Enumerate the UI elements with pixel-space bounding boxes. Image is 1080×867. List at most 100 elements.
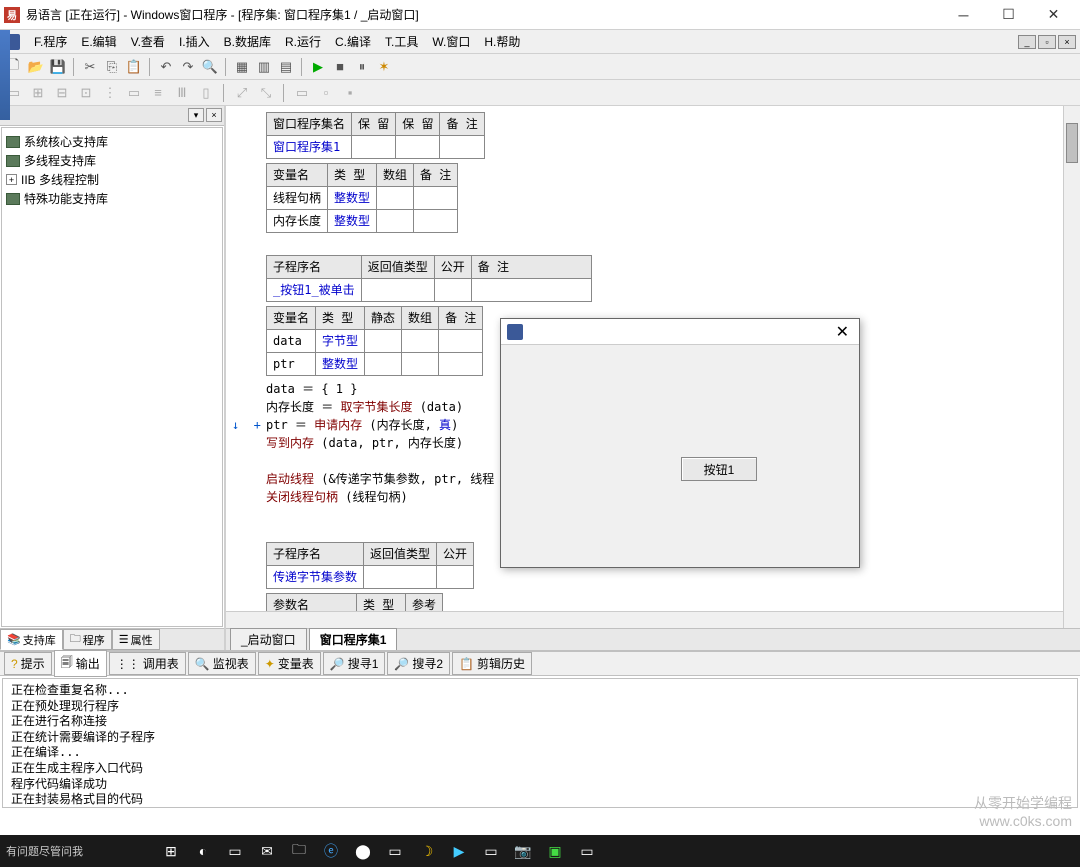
- menu-compile[interactable]: C.编译: [329, 31, 377, 52]
- btab-clip[interactable]: 📋剪辑历史: [452, 652, 532, 675]
- sidetab-library[interactable]: 📚 支持库: [0, 629, 63, 650]
- output-line: 正在统计需要编译的子程序: [11, 730, 1069, 746]
- tool-b-icon[interactable]: ⊞: [28, 83, 48, 103]
- side-btn2[interactable]: ×: [206, 108, 222, 122]
- tool-j-icon[interactable]: ⤢: [232, 83, 252, 103]
- pause-icon[interactable]: ⏸: [352, 57, 372, 77]
- watermark: 从零开始学编程 www.c0ks.com: [974, 793, 1072, 829]
- menu-insert[interactable]: I.插入: [173, 31, 216, 52]
- run-icon[interactable]: ▶: [308, 57, 328, 77]
- popup-close-button[interactable]: ✕: [832, 322, 853, 342]
- menu-view[interactable]: V.查看: [125, 31, 171, 52]
- task-icon[interactable]: 📷: [511, 839, 535, 863]
- btab-search1[interactable]: 🔎搜寻1: [323, 652, 386, 675]
- menu-bar: F.程序 E.编辑 V.查看 I.插入 B.数据库 R.运行 C.编译 T.工具…: [0, 30, 1080, 54]
- tool-l-icon[interactable]: ▭: [292, 83, 312, 103]
- tool-e-icon[interactable]: ⋮: [100, 83, 120, 103]
- lib-icon: [6, 155, 20, 167]
- task-icon[interactable]: ▭: [383, 839, 407, 863]
- menu-edit[interactable]: E.编辑: [75, 31, 122, 52]
- tab-startup-window[interactable]: _启动窗口: [230, 628, 307, 650]
- btab-hint[interactable]: ?提示: [4, 652, 52, 675]
- task-icon[interactable]: ⬤: [351, 839, 375, 863]
- output-line: 正在预处理现行程序: [11, 699, 1069, 715]
- menu-run[interactable]: R.运行: [279, 31, 327, 52]
- tool-g-icon[interactable]: ≡: [148, 83, 168, 103]
- task-icon[interactable]: ▶: [447, 839, 471, 863]
- popup-icon: [507, 324, 523, 340]
- debug-icon[interactable]: ✶: [374, 57, 394, 77]
- title-bar: 易 易语言 [正在运行] - Windows窗口程序 - [程序集: 窗口程序集…: [0, 0, 1080, 30]
- tool-i-icon[interactable]: ▯: [196, 83, 216, 103]
- library-tree[interactable]: 系统核心支持库 多线程支持库 +IIB 多线程控制 特殊功能支持库: [1, 127, 223, 627]
- tool-h-icon[interactable]: Ⅲ: [172, 83, 192, 103]
- task-icon[interactable]: ◐: [191, 839, 215, 863]
- undo-icon[interactable]: ↶: [156, 57, 176, 77]
- minimize-button[interactable]: ─: [941, 1, 986, 29]
- btab-watch[interactable]: 🔍监视表: [188, 652, 256, 675]
- vertical-scrollbar[interactable]: [1063, 106, 1080, 628]
- menu-file[interactable]: F.程序: [28, 31, 73, 52]
- bottom-tabs: ?提示 🗐输出 ⋮⋮调用表 🔍监视表 ✦变量表 🔎搜寻1 🔎搜寻2 📋剪辑历史: [0, 652, 1080, 676]
- stop-icon[interactable]: ■: [330, 57, 350, 77]
- cut-icon[interactable]: ✂: [80, 57, 100, 77]
- task-icon[interactable]: ⊞: [159, 839, 183, 863]
- task-icon[interactable]: ☽: [415, 839, 439, 863]
- maximize-button[interactable]: ☐: [986, 1, 1031, 29]
- output-line: 程序代码编译成功: [11, 777, 1069, 793]
- mdi-minimize[interactable]: _: [1018, 35, 1036, 49]
- paste-icon[interactable]: 📋: [124, 57, 144, 77]
- tree-item[interactable]: 系统核心支持库: [6, 132, 218, 151]
- sidebar: ▾ × 系统核心支持库 多线程支持库 +IIB 多线程控制 特殊功能支持库 📚 …: [0, 106, 226, 650]
- toolbar-secondary: ▭ ⊞ ⊟ ⊡ ⋮ ▭ ≡ Ⅲ ▯ ⤢ ⤡ ▭ ▫ ▪: [0, 80, 1080, 106]
- tool-k-icon[interactable]: ⤡: [256, 83, 276, 103]
- popup-body: 按钮1: [501, 345, 859, 567]
- expand-icon[interactable]: +: [6, 174, 17, 185]
- output-panel[interactable]: 正在检查重复名称... 正在预处理现行程序 正在进行名称连接 正在统计需要编译的…: [2, 678, 1078, 808]
- mdi-restore[interactable]: ▫: [1038, 35, 1056, 49]
- tree-item[interactable]: 特殊功能支持库: [6, 189, 218, 208]
- mdi-close[interactable]: ×: [1058, 35, 1076, 49]
- save-icon[interactable]: 💾: [48, 57, 68, 77]
- open-icon[interactable]: 📂: [26, 57, 46, 77]
- task-icon[interactable]: ✉: [255, 839, 279, 863]
- assembly-table: 窗口程序集名保 留保 留备 注 窗口程序集1: [266, 112, 485, 159]
- tree-item[interactable]: +IIB 多线程控制: [6, 170, 218, 189]
- task-icon[interactable]: ▭: [575, 839, 599, 863]
- tool-c-icon[interactable]: ⊟: [52, 83, 72, 103]
- redo-icon[interactable]: ↷: [178, 57, 198, 77]
- menu-tools[interactable]: T.工具: [379, 31, 424, 52]
- panel1-icon[interactable]: ▦: [232, 57, 252, 77]
- sidetab-properties[interactable]: ☰ 属性: [112, 629, 160, 650]
- menu-help[interactable]: H.帮助: [478, 31, 526, 52]
- close-button[interactable]: ✕: [1031, 1, 1076, 29]
- panel2-icon[interactable]: ▥: [254, 57, 274, 77]
- menu-window[interactable]: W.窗口: [426, 31, 476, 52]
- button1[interactable]: 按钮1: [681, 457, 757, 481]
- task-icon[interactable]: ▭: [479, 839, 503, 863]
- task-icon[interactable]: ▭: [223, 839, 247, 863]
- tool-f-icon[interactable]: ▭: [124, 83, 144, 103]
- popup-titlebar[interactable]: ✕: [501, 319, 859, 345]
- btab-output[interactable]: 🗐输出: [54, 650, 107, 677]
- task-icon[interactable]: ▣: [543, 839, 567, 863]
- btab-search2[interactable]: 🔎搜寻2: [387, 652, 450, 675]
- horizontal-scrollbar[interactable]: [226, 611, 1063, 628]
- side-btn1[interactable]: ▾: [188, 108, 204, 122]
- panel3-icon[interactable]: ▤: [276, 57, 296, 77]
- menu-db[interactable]: B.数据库: [218, 31, 277, 52]
- tree-item[interactable]: 多线程支持库: [6, 151, 218, 170]
- btab-calltable[interactable]: ⋮⋮调用表: [109, 652, 186, 675]
- task-icon[interactable]: 🗀: [287, 839, 311, 863]
- tool-m-icon[interactable]: ▫: [316, 83, 336, 103]
- tool-n-icon[interactable]: ▪: [340, 83, 360, 103]
- runtime-window[interactable]: ✕ 按钮1: [500, 318, 860, 568]
- lib-icon: [6, 193, 20, 205]
- sidetab-program[interactable]: 🗀 程序: [63, 629, 112, 650]
- tab-assembly1[interactable]: 窗口程序集1: [309, 628, 398, 650]
- task-icon[interactable]: ⓔ: [319, 839, 343, 863]
- btab-vartable[interactable]: ✦变量表: [258, 652, 321, 675]
- copy-icon[interactable]: ⎘: [102, 57, 122, 77]
- find-icon[interactable]: 🔍: [200, 57, 220, 77]
- tool-d-icon[interactable]: ⊡: [76, 83, 96, 103]
